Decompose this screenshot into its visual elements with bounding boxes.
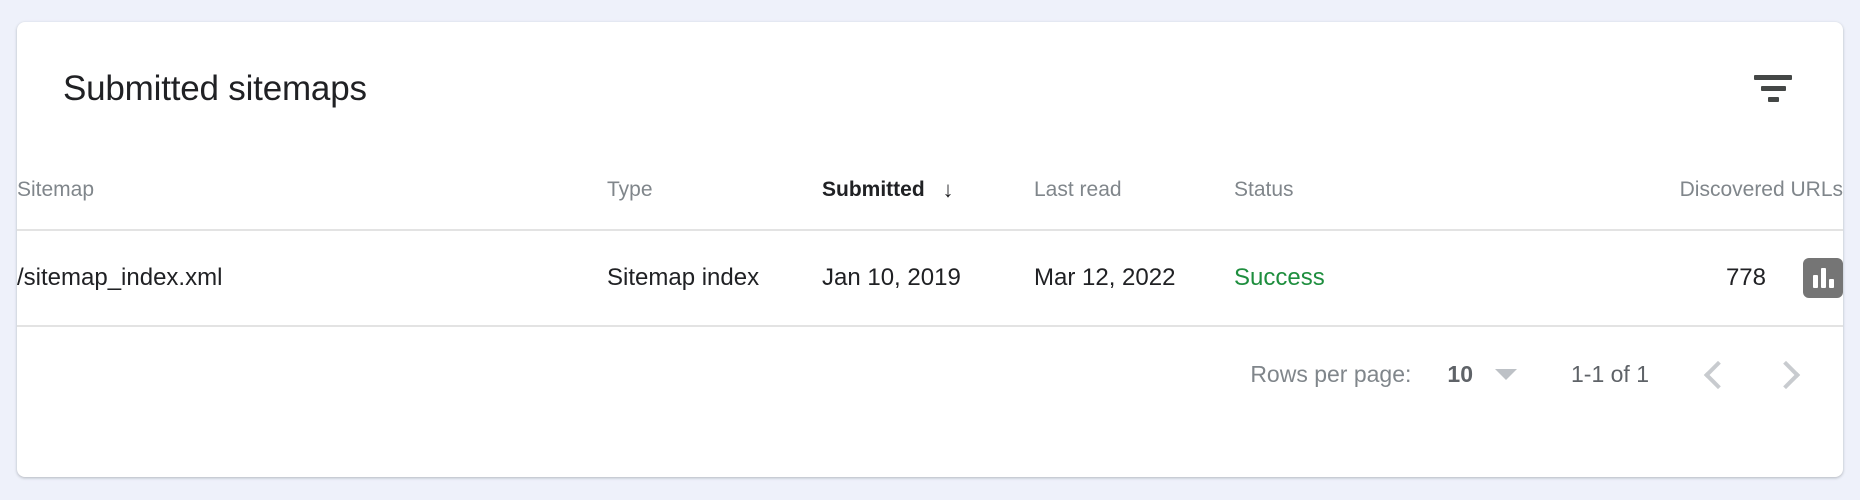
column-header-sitemap[interactable]: Sitemap (17, 150, 607, 231)
rows-per-page-label: Rows per page: (1250, 361, 1412, 387)
rows-per-page-value: 10 (1447, 361, 1473, 387)
cell-discovered-urls: 778 (1466, 230, 1766, 327)
rows-per-page-select[interactable]: 10 (1447, 361, 1517, 388)
filter-bar-top (1754, 74, 1792, 80)
table-body: /sitemap_index.xml Sitemap index Jan 10,… (17, 230, 1843, 327)
chevron-left-icon (1703, 360, 1733, 389)
column-header-sitemap-label: Sitemap (17, 177, 95, 201)
column-header-type[interactable]: Type (607, 150, 822, 231)
bar-chart-icon[interactable] (1803, 258, 1843, 298)
column-header-status-label: Status (1234, 177, 1294, 201)
sort-descending-arrow-icon: ↓ (942, 176, 954, 202)
page-navigation (1701, 352, 1803, 398)
filter-bar-middle (1760, 85, 1786, 91)
submitted-sitemaps-card: Submitted sitemaps Sitemap Type Submitte… (17, 22, 1843, 477)
filter-list-icon[interactable] (1745, 66, 1801, 110)
table-footer: Rows per page: 10 1-1 of 1 (17, 327, 1843, 422)
cell-last-read: Mar 12, 2022 (1034, 230, 1234, 327)
card-header: Submitted sitemaps (17, 22, 1843, 150)
chevron-down-icon (1495, 369, 1517, 380)
table-row[interactable]: /sitemap_index.xml Sitemap index Jan 10,… (17, 230, 1843, 327)
sitemaps-table: Sitemap Type Submitted ↓ Last read Statu… (17, 150, 1843, 327)
status-badge: Success (1234, 230, 1466, 327)
column-header-discovered-urls[interactable]: Discovered URLs (1466, 150, 1843, 231)
column-header-status[interactable]: Status (1234, 150, 1466, 231)
cell-submitted: Jan 10, 2019 (822, 230, 1034, 327)
previous-page-button[interactable] (1701, 352, 1735, 398)
table-header-row: Sitemap Type Submitted ↓ Last read Statu… (17, 150, 1843, 231)
column-header-last-read[interactable]: Last read (1034, 150, 1234, 231)
cell-type: Sitemap index (607, 230, 822, 327)
bar-chart-bar-1 (1812, 275, 1818, 288)
bar-chart-bar-3 (1828, 279, 1834, 288)
cell-sitemap[interactable]: /sitemap_index.xml (17, 230, 607, 327)
page-title: Submitted sitemaps (63, 68, 367, 108)
column-header-discovered-urls-label: Discovered URLs (1679, 177, 1843, 201)
chevron-right-icon (1771, 360, 1801, 389)
bar-chart-bars (1812, 268, 1834, 288)
filter-bar-bottom (1767, 96, 1779, 102)
column-header-submitted-label: Submitted (822, 177, 925, 201)
next-page-button[interactable] (1769, 352, 1803, 398)
column-header-type-label: Type (607, 177, 653, 201)
pagination-range-label: 1-1 of 1 (1571, 361, 1649, 387)
column-header-submitted[interactable]: Submitted ↓ (822, 150, 1034, 231)
bar-chart-bar-2 (1820, 268, 1826, 288)
table-header: Sitemap Type Submitted ↓ Last read Statu… (17, 150, 1843, 231)
column-header-last-read-label: Last read (1034, 177, 1122, 201)
cell-action (1766, 230, 1843, 327)
